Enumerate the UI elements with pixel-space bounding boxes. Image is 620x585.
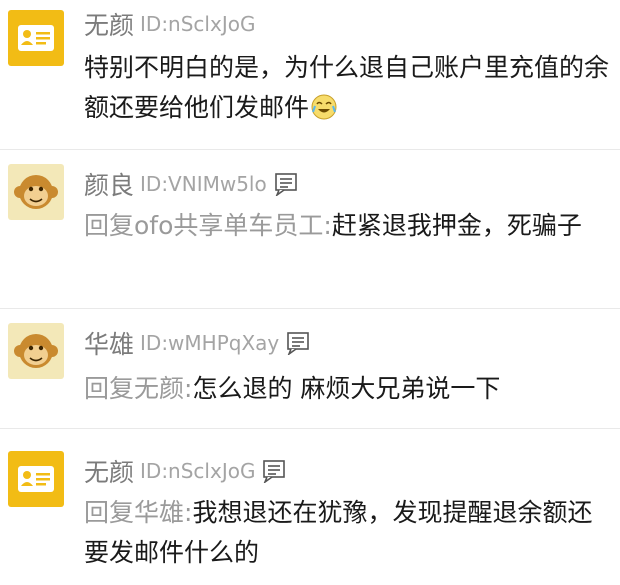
comment-body: 怎么退的 麻烦大兄弟说一下 <box>192 374 501 403</box>
comment-text: 特别不明白的是，为什么退自己账户里充值的余额还要给他们发邮件 <box>84 48 614 132</box>
card-icon <box>18 25 54 51</box>
user-id: ID:wMHPqXay <box>140 331 280 355</box>
monkey-icon <box>14 334 58 368</box>
comment-item: 颜良 ID:VNIMw5lo 回复ofo共享单车员工:赶紧退我押金，死骗子 <box>0 150 620 309</box>
card-icon <box>18 466 54 492</box>
comment-item: 华雄 ID:wMHPqXay 回复无颜:怎么退的 麻烦大兄弟说一下 <box>0 309 620 429</box>
comment-body: 特别不明白的是，为什么退自己账户里充值的余额还要给他们发邮件 <box>84 53 610 122</box>
username[interactable]: 无颜 <box>84 6 134 42</box>
comment-text: 回复华雄:我想退还在犹豫，发现提醒退余额还要发邮件什么的 <box>84 493 614 573</box>
comment-header: 华雄 ID:wMHPqXay <box>84 325 311 361</box>
avatar[interactable] <box>8 323 64 379</box>
user-id: ID:nSclxJoG <box>140 459 256 483</box>
user-id: ID:VNIMw5lo <box>140 172 267 196</box>
comment-header: 颜良 ID:VNIMw5lo <box>84 166 299 202</box>
monkey-icon <box>14 175 58 209</box>
username[interactable]: 颜良 <box>84 166 134 202</box>
avatar[interactable] <box>8 164 64 220</box>
reply-icon[interactable] <box>273 172 299 196</box>
comment-header: 无颜 ID:nSclxJoG <box>84 6 255 42</box>
comment-text: 回复ofo共享单车员工:赶紧退我押金，死骗子 <box>84 206 614 246</box>
avatar[interactable] <box>8 451 64 507</box>
crying-laughing-emoji <box>311 92 337 132</box>
comment-header: 无颜 ID:nSclxJoG <box>84 453 287 489</box>
user-id: ID:nSclxJoG <box>140 12 256 36</box>
comment-body: 赶紧退我押金，死骗子 <box>331 211 582 240</box>
username[interactable]: 华雄 <box>84 325 134 361</box>
reply-icon[interactable] <box>285 331 311 355</box>
username[interactable]: 无颜 <box>84 453 134 489</box>
reply-prefix[interactable]: 回复ofo共享单车员工: <box>84 211 332 240</box>
reply-icon[interactable] <box>261 459 287 483</box>
reply-prefix[interactable]: 回复华雄: <box>84 498 192 527</box>
reply-prefix[interactable]: 回复无颜: <box>84 374 192 403</box>
comment-item: 无颜 ID:nSclxJoG 回复华雄:我想退还在犹豫，发现提醒退余额还要发邮件… <box>0 429 620 585</box>
avatar[interactable] <box>8 10 64 66</box>
comment-item: 无颜 ID:nSclxJoG 特别不明白的是，为什么退自己账户里充值的余额还要给… <box>0 0 620 150</box>
comment-text: 回复无颜:怎么退的 麻烦大兄弟说一下 <box>84 369 614 409</box>
